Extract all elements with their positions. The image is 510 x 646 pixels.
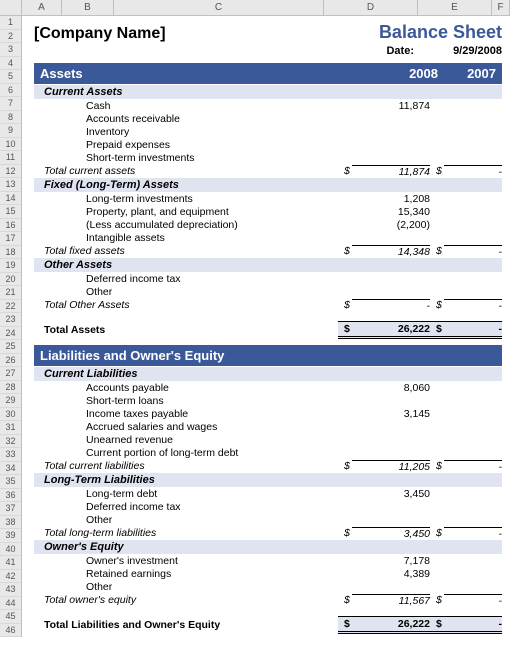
line-item[interactable]: Short-term investments xyxy=(34,151,502,164)
row-numbers: 1234567891011121314151617181920212223242… xyxy=(0,16,22,637)
line-item[interactable]: Unearned revenue xyxy=(34,433,502,446)
sheet-title: Balance Sheet xyxy=(379,22,502,43)
line-item[interactable]: Current portion of long-term debt xyxy=(34,446,502,459)
line-item[interactable]: Inventory xyxy=(34,125,502,138)
date-value[interactable]: 9/29/2008 xyxy=(442,45,502,57)
date-row: Date: 9/29/2008 xyxy=(34,45,502,57)
line-item[interactable]: Long-term investments1,208 xyxy=(34,192,502,205)
line-item[interactable]: Property, plant, and equipment15,340 xyxy=(34,205,502,218)
line-item[interactable]: Retained earnings4,389 xyxy=(34,567,502,580)
line-item[interactable]: Deferred income tax xyxy=(34,500,502,513)
current-liabilities-header: Current Liabilities xyxy=(34,367,502,381)
line-item[interactable]: Other xyxy=(34,513,502,526)
liabilities-header: Liabilities and Owner's Equity xyxy=(34,345,502,366)
balance-sheet: [Company Name] Balance Sheet Date: 9/29/… xyxy=(22,16,510,646)
fixed-assets-header: Fixed (Long-Term) Assets xyxy=(34,178,502,192)
owners-equity-header: Owner's Equity xyxy=(34,540,502,554)
total-assets: Total Assets $26,222 $- xyxy=(34,320,502,339)
longterm-liabilities-header: Long-Term Liabilities xyxy=(34,473,502,487)
total-current-liabilities: Total current liabilities $11,205 $- xyxy=(34,459,502,473)
line-item[interactable]: Accounts payable8,060 xyxy=(34,381,502,394)
line-item[interactable]: Long-term debt3,450 xyxy=(34,487,502,500)
total-fixed-assets: Total fixed assets $14,348 $- xyxy=(34,244,502,258)
line-item[interactable]: Accounts receivable xyxy=(34,112,502,125)
current-assets-header: Current Assets xyxy=(34,85,502,99)
line-item[interactable]: Accrued salaries and wages xyxy=(34,420,502,433)
line-item[interactable]: Cash11,874 xyxy=(34,99,502,112)
line-item[interactable]: (Less accumulated depreciation)(2,200) xyxy=(34,218,502,231)
line-item[interactable]: Intangible assets xyxy=(34,231,502,244)
assets-header: Assets 2008 2007 xyxy=(34,63,502,84)
total-current-assets: Total current assets $11,874 $- xyxy=(34,164,502,178)
line-item[interactable]: Owner's investment7,178 xyxy=(34,554,502,567)
date-label: Date: xyxy=(386,45,414,57)
company-name[interactable]: [Company Name] xyxy=(34,25,166,43)
other-assets-header: Other Assets xyxy=(34,258,502,272)
total-other-assets: Total Other Assets $- $- xyxy=(34,298,502,312)
line-item[interactable]: Other xyxy=(34,285,502,298)
total-owners-equity: Total owner's equity $11,567 $- xyxy=(34,593,502,607)
line-item[interactable]: Short-term loans xyxy=(34,394,502,407)
total-liabilities-equity: Total Liabilities and Owner's Equity $26… xyxy=(34,615,502,634)
line-item[interactable]: Deferred income tax xyxy=(34,272,502,285)
line-item[interactable]: Income taxes payable3,145 xyxy=(34,407,502,420)
column-headers: A B C D E F xyxy=(0,0,510,16)
total-longterm-liabilities: Total long-term liabilities $3,450 $- xyxy=(34,526,502,540)
line-item[interactable]: Other xyxy=(34,580,502,593)
line-item[interactable]: Prepaid expenses xyxy=(34,138,502,151)
